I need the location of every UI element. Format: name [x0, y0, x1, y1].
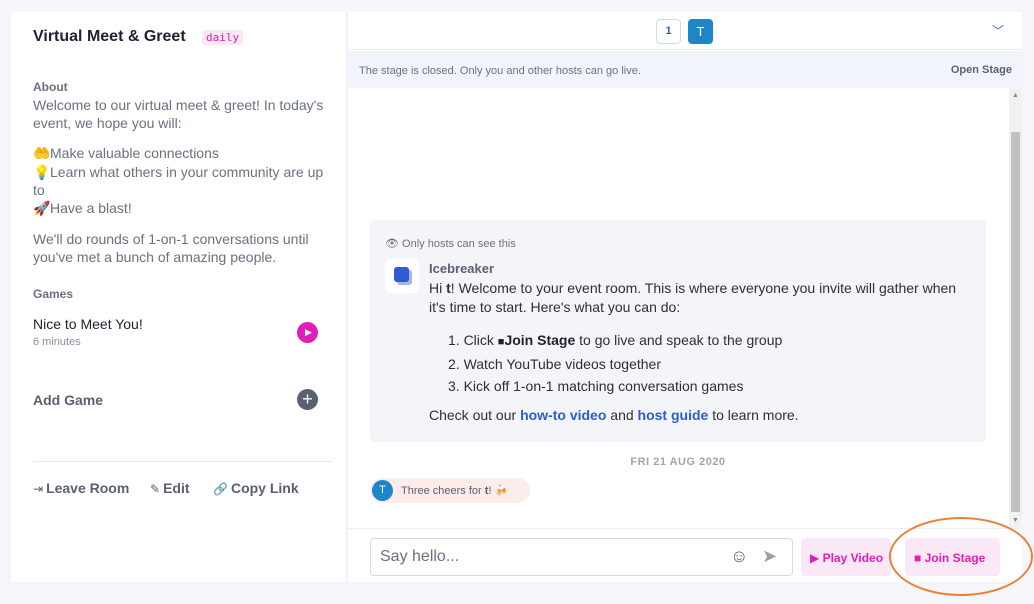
lightbulb-icon: 💡	[33, 164, 51, 181]
pencil-icon: ✎	[150, 482, 161, 496]
bullet-learn: 💡Learn what others in your community are…	[33, 164, 333, 200]
chevron-down-icon[interactable]: ﹀	[992, 22, 1004, 39]
highlight-annotation-ring	[889, 517, 1033, 596]
participant-count-badge[interactable]: 1	[656, 19, 681, 44]
avatar[interactable]: T	[688, 19, 713, 44]
bullet-blast: 🚀Have a blast!	[33, 200, 333, 219]
host-visibility-note: 👁 Only hosts can see this	[385, 237, 516, 250]
stage-status-bar: The stage is closed. Only you and other …	[348, 51, 1022, 88]
learn-pre: Check out our	[429, 407, 521, 423]
step1-bold: Join Stage	[504, 332, 576, 348]
learn-mid: and	[606, 407, 638, 423]
date-separator: FRI 21 AUG 2020	[630, 456, 726, 468]
greeting-post: ! Welcome to your event room. This is wh…	[429, 280, 957, 315]
about-heading: About	[33, 80, 68, 94]
scrollbar-thumb[interactable]	[1011, 132, 1020, 512]
play-icon: ▶	[305, 327, 312, 337]
beer-mugs-icon: 🍻	[494, 485, 509, 497]
video-play-icon: ▶	[810, 551, 820, 565]
copy-link-label: Copy Link	[230, 480, 299, 496]
leave-room-label: Leave Room	[46, 480, 130, 496]
sidebar-divider	[33, 461, 332, 462]
eye-icon: 👁	[385, 238, 399, 250]
game-name: Nice to Meet You!	[33, 316, 143, 332]
about-intro: Welcome to our virtual meet & greet! In …	[33, 97, 324, 131]
step-2: 2. Watch YouTube videos together	[448, 356, 661, 372]
icebreaker-logo-icon	[385, 259, 419, 293]
cheer-text: Three cheers for t! 🍻	[401, 484, 508, 497]
bullet-text: Have a blast!	[50, 199, 132, 216]
step1-pre: 1. Click	[448, 332, 498, 348]
room-sidebar: Virtual Meet & Greet daily About Welcome…	[11, 12, 347, 582]
bullet-connections: 🤲Make valuable connections	[33, 145, 333, 164]
sender-name: Icebreaker	[429, 261, 495, 276]
host-guide-link[interactable]: host guide	[638, 407, 709, 423]
exit-icon: ⇥	[33, 482, 44, 496]
step-3: 3. Kick off 1-on-1 matching conversation…	[448, 378, 744, 394]
cheer-post: !	[488, 485, 492, 497]
cheer-message: T Three cheers for t! 🍻	[370, 478, 530, 503]
event-room-main: 1 T ﹀ The stage is closed. Only you and …	[348, 12, 1022, 582]
plus-icon: +	[302, 389, 313, 409]
add-game-label[interactable]: Add Game	[33, 392, 103, 408]
about-text: Welcome to our virtual meet & greet! In …	[33, 97, 333, 279]
link-icon: 🔗	[213, 482, 228, 496]
learn-post: to learn more.	[708, 407, 799, 423]
play-video-label: Play Video	[822, 551, 884, 565]
scroll-down-arrow[interactable]: ▼	[1012, 517, 1019, 524]
room-tag-badge: daily	[202, 30, 244, 45]
about-bullets: 🤲Make valuable connections 💡Learn what o…	[33, 145, 333, 218]
bullet-text: Make valuable connections	[50, 145, 219, 161]
game-duration: 6 minutes	[33, 336, 81, 348]
steps-list: 1. Click ■Join Stage to go live and spea…	[448, 329, 782, 397]
top-bar: 1 T ﹀	[348, 12, 1022, 50]
games-heading: Games	[33, 287, 74, 301]
leave-room-button[interactable]: ⇥ Leave Room	[33, 480, 129, 496]
send-icon[interactable]: ➤	[762, 546, 777, 567]
welcome-message: Hi t! Welcome to your event room. This i…	[429, 279, 969, 317]
play-video-button[interactable]: ▶ Play Video	[801, 538, 891, 576]
chat-scrollbar[interactable]: ▲ ▼	[1009, 88, 1022, 528]
play-game-button[interactable]: ▶	[297, 322, 318, 343]
greeting-pre: Hi	[429, 280, 447, 296]
host-only-message-card: 👁 Only hosts can see this Icebreaker Hi …	[370, 220, 986, 442]
heart-hands-icon: 🤲	[33, 146, 51, 162]
bullet-text: Learn what others in your community are …	[33, 163, 324, 199]
step1-post: to go live and speak to the group	[575, 332, 783, 348]
rocket-icon: 🚀	[33, 200, 51, 217]
emoji-picker-icon[interactable]: ☺	[730, 546, 748, 567]
how-to-video-link[interactable]: how-to video	[520, 407, 606, 423]
add-game-button[interactable]: +	[297, 389, 318, 410]
edit-button[interactable]: ✎ Edit	[150, 480, 190, 496]
avatar: T	[372, 480, 393, 501]
cheer-pre: Three cheers for	[401, 485, 485, 497]
open-stage-button[interactable]: Open Stage	[951, 64, 1012, 76]
edit-label: Edit	[163, 480, 190, 496]
about-outro: We'll do rounds of 1-on-1 conversations …	[33, 231, 309, 265]
learn-more-text: Check out our how-to video and host guid…	[429, 407, 799, 423]
visibility-text: Only hosts can see this	[402, 238, 516, 250]
copy-link-button[interactable]: 🔗 Copy Link	[213, 480, 299, 496]
room-title: Virtual Meet & Greet	[33, 28, 186, 45]
stage-status-text: The stage is closed. Only you and other …	[359, 65, 641, 77]
scroll-up-arrow[interactable]: ▲	[1012, 92, 1019, 99]
step-1: 1. Click ■Join Stage to go live and spea…	[448, 329, 782, 353]
